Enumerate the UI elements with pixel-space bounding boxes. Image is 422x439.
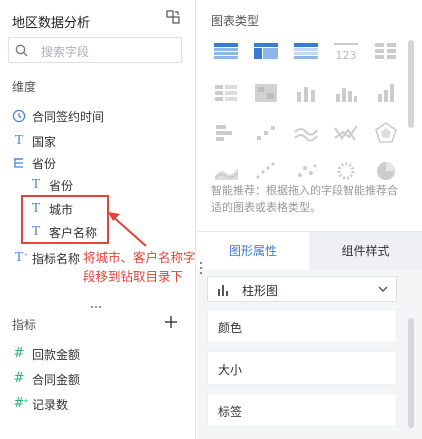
stacked-bar-chart-icon[interactable] (291, 80, 321, 106)
field-panel: 地区数据分析 搜索字段 维度 合同签约时间 T 国家 省份 T 省份 T 城市 … (0, 0, 196, 439)
hierarchy-icon (14, 158, 23, 168)
chevron-down-icon (378, 286, 388, 292)
field-label: 国家 (32, 134, 57, 149)
property-color-label: 颜色 (218, 321, 243, 335)
text-field-icon: T (14, 133, 24, 148)
dimension-section-title: 维度 (12, 80, 37, 94)
chart-type-select[interactable]: 柱形图 (207, 276, 397, 302)
tab-graphic-properties[interactable]: 图形属性 (197, 232, 309, 270)
number-icon: # (13, 346, 25, 361)
text-field-icon: T (31, 177, 41, 192)
property-size-label: 大小 (218, 363, 243, 377)
polyline-chart-icon[interactable] (331, 120, 361, 146)
measure-section-title: 指标 (12, 318, 37, 332)
field-item-contract-amount[interactable]: # 合同金额 (12, 369, 80, 389)
property-color[interactable]: 颜色 (207, 309, 397, 343)
field-item-payment-amount[interactable]: # 回款金额 (12, 344, 80, 364)
bar-chart-icon[interactable] (371, 80, 401, 106)
table-chart-icon[interactable] (211, 38, 241, 64)
field-item-contract-time[interactable]: 合同签约时间 (12, 106, 104, 126)
clock-icon (12, 109, 26, 123)
field-label: 合同金额 (32, 372, 81, 387)
chart-type-select-label: 柱形图 (242, 284, 279, 298)
detail-table-chart-icon[interactable] (291, 38, 321, 64)
calculated-text-icon: T + (14, 250, 28, 265)
field-item-indicator-name[interactable]: T + 指标名称 (12, 248, 80, 268)
drag-handle-dot (99, 306, 101, 308)
tab-component-style[interactable]: 组件样式 (309, 232, 422, 270)
search-field[interactable]: 搜索字段 (8, 37, 182, 63)
text-table-chart-icon[interactable] (371, 38, 401, 64)
property-scrollbar[interactable] (408, 318, 414, 428)
field-item-country[interactable]: T 国家 (12, 131, 56, 151)
search-placeholder: 搜索字段 (41, 45, 90, 59)
property-label-label: 标签 (218, 405, 243, 419)
field-label: 省份 (32, 156, 57, 171)
property-tabs: 图形属性 组件样式 (197, 231, 422, 270)
field-item-province[interactable]: T 省份 (29, 175, 73, 195)
line-chart-icon[interactable] (291, 120, 321, 146)
field-item-record-count[interactable]: # + 记录数 (12, 394, 68, 414)
field-label: 回款金额 (32, 347, 81, 362)
dataset-title: 地区数据分析 (12, 16, 91, 31)
property-label[interactable]: 标签 (207, 393, 397, 427)
heatmap-chart-icon[interactable] (251, 80, 281, 106)
column-chart-icon (218, 285, 228, 296)
field-label: 合同签约时间 (32, 109, 105, 124)
pie-chart-icon[interactable] (371, 158, 401, 184)
field-item-province-hierarchy[interactable]: 省份 (12, 153, 56, 173)
property-size[interactable]: 大小 (207, 351, 397, 385)
funnel-chart-icon[interactable] (331, 158, 361, 184)
dot-chart-icon[interactable] (251, 158, 281, 184)
crosstab-chart-icon[interactable] (251, 38, 281, 64)
svg-text:123: 123 (336, 49, 357, 62)
scatter-chart-icon[interactable] (251, 120, 281, 146)
grouped-table-chart-icon[interactable] (211, 80, 241, 106)
switch-dataset-icon[interactable] (166, 10, 180, 24)
highlight-box (21, 195, 109, 244)
number-icon: # (13, 371, 25, 386)
annotation-text: 将城市、客户名称字段移到钻取目录下 (83, 250, 196, 284)
panel-resize-handle[interactable] (200, 262, 203, 274)
search-icon (15, 44, 28, 57)
calculated-number-icon: # + (13, 396, 29, 411)
radar-chart-icon[interactable] (371, 120, 401, 146)
smart-recommend-hint: 智能推荐：根据拖入的字段智能推荐合适的图表或表格类型。 (211, 184, 398, 214)
chart-config-panel: 图表类型 123 智能推荐：根据拖入的字段智能推荐合适的图表或表格类型。 图形属… (197, 0, 422, 439)
horizontal-bar-chart-icon[interactable] (211, 120, 241, 146)
column-chart-icon[interactable] (331, 80, 361, 106)
field-label: 省份 (49, 178, 74, 193)
drag-handle-dot (95, 306, 97, 308)
add-measure-icon[interactable] (164, 315, 178, 329)
area-chart-icon[interactable] (211, 158, 241, 184)
bubble-chart-icon[interactable] (291, 158, 321, 184)
field-label: 指标名称 (32, 251, 81, 266)
chart-type-scrollbar[interactable] (408, 40, 414, 128)
kpi-chart-icon[interactable]: 123 (331, 38, 361, 64)
drag-handle-dot (91, 306, 93, 308)
field-label: 记录数 (32, 397, 69, 412)
chart-type-title: 图表类型 (211, 14, 260, 28)
